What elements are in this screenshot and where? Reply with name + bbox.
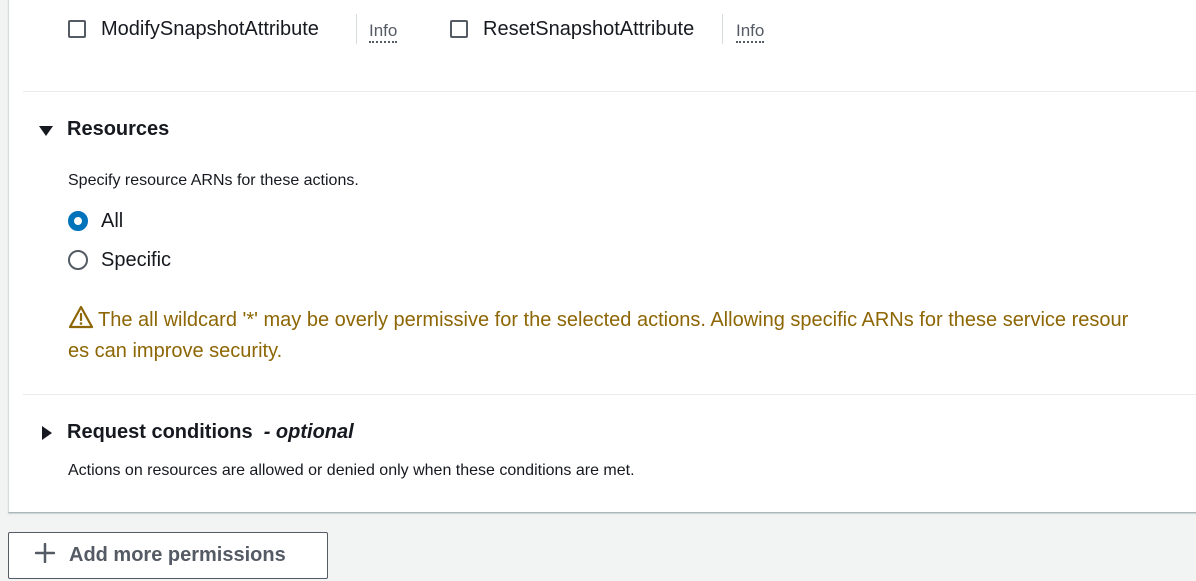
radio-all[interactable] <box>68 211 88 231</box>
checkbox-label-modify-snapshot-attribute[interactable]: ModifySnapshotAttribute <box>101 17 319 41</box>
resources-section-title[interactable]: Resources <box>67 117 169 141</box>
request-conditions-title[interactable]: Request conditions - optional <box>67 420 354 444</box>
request-conditions-label: Request conditions <box>67 421 253 443</box>
section-divider <box>23 91 1196 92</box>
radio-label-all[interactable]: All <box>101 209 123 233</box>
optional-tag: - optional <box>263 421 354 443</box>
divider <box>356 14 357 44</box>
info-link-modify-snapshot-attribute[interactable]: Info <box>369 21 398 43</box>
radio-specific[interactable] <box>68 250 88 270</box>
request-conditions-description: Actions on resources are allowed or deni… <box>68 462 635 479</box>
add-more-permissions-button[interactable]: Add more permissions <box>8 532 328 579</box>
caret-right-icon[interactable] <box>42 426 52 440</box>
section-divider <box>23 394 1196 395</box>
checkbox-reset-snapshot-attribute[interactable] <box>450 20 468 38</box>
checkbox-label-reset-snapshot-attribute[interactable]: ResetSnapshotAttribute <box>483 17 694 41</box>
radio-label-specific[interactable]: Specific <box>101 248 171 272</box>
caret-down-icon[interactable] <box>39 126 53 136</box>
wildcard-warning-line1: The all wildcard '*' may be overly permi… <box>98 309 1129 331</box>
checkbox-modify-snapshot-attribute[interactable] <box>68 20 86 38</box>
resources-description: Specify resource ARNs for these actions. <box>68 172 359 189</box>
info-link-reset-snapshot-attribute[interactable]: Info <box>736 21 765 43</box>
plus-icon <box>35 543 55 563</box>
wildcard-warning-line2: es can improve security. <box>68 340 283 362</box>
add-more-permissions-label: Add more permissions <box>69 544 286 566</box>
divider <box>722 14 723 44</box>
